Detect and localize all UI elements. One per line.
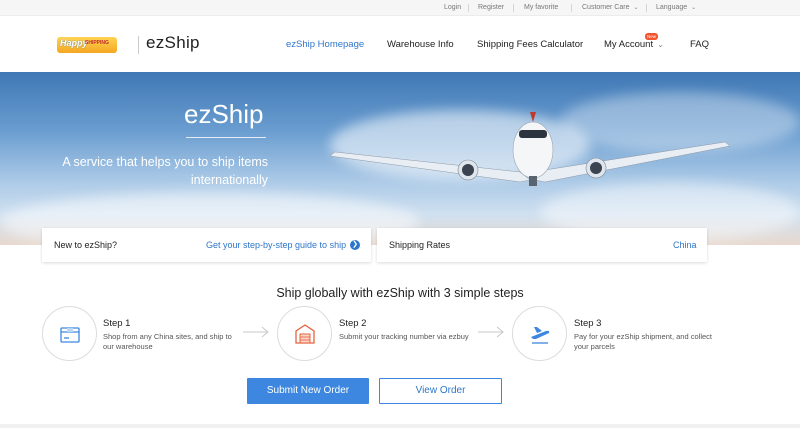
new-badge: New bbox=[645, 33, 658, 40]
divider bbox=[468, 4, 469, 12]
warehouse-icon bbox=[295, 324, 315, 344]
view-order-button[interactable]: View Order bbox=[379, 378, 502, 404]
page-footer-strip bbox=[0, 424, 800, 428]
hero-banner: ezShip A service that helps you to ship … bbox=[0, 72, 800, 245]
step-1-heading: Step 1 bbox=[103, 318, 131, 329]
login-link[interactable]: Login bbox=[444, 4, 461, 11]
step-2-description: Submit your tracking number via ezbuy bbox=[339, 332, 469, 341]
step-2-heading: Step 2 bbox=[339, 318, 367, 329]
new-user-card: New to ezShip? Get your step-by-step gui… bbox=[42, 228, 371, 262]
banner-title: ezShip bbox=[184, 99, 264, 129]
nav-homepage[interactable]: ezShip Homepage bbox=[286, 39, 364, 50]
divider bbox=[571, 4, 572, 12]
my-account-label: My Account bbox=[604, 39, 654, 50]
banner-tagline: A service that helps you to ship items i… bbox=[8, 153, 268, 189]
partner-logo-mark: Happy bbox=[60, 38, 88, 48]
step-3-description: Pay for your ezShip shipment, and collec… bbox=[574, 332, 712, 351]
new-user-label: New to ezShip? bbox=[54, 240, 118, 250]
arrow-right-icon bbox=[478, 326, 504, 338]
package-icon bbox=[60, 327, 80, 343]
register-link[interactable]: Register bbox=[478, 4, 504, 11]
partner-logo-sub: SHIPPING bbox=[85, 40, 109, 46]
step-1-circle bbox=[42, 306, 97, 361]
divider bbox=[646, 4, 647, 12]
utility-bar: Login Register My favorite Customer Care… bbox=[0, 0, 800, 16]
submit-new-order-button[interactable]: Submit New Order bbox=[247, 378, 369, 404]
step-guide-link[interactable]: Get your step-by-step guide to ship bbox=[206, 240, 346, 250]
customer-care-label: Customer Care bbox=[582, 4, 630, 11]
title-underline bbox=[186, 137, 266, 138]
arrow-right-icon bbox=[243, 326, 269, 338]
nav-warehouse-info[interactable]: Warehouse Info bbox=[387, 39, 454, 50]
step-2-circle bbox=[277, 306, 332, 361]
step-1-description: Shop from any China sites, and ship to o… bbox=[103, 332, 232, 351]
divider bbox=[513, 4, 514, 12]
airplane-icon bbox=[531, 327, 550, 344]
language-menu[interactable]: Language ⌄ bbox=[656, 4, 696, 11]
nav-shipping-fees-calculator[interactable]: Shipping Fees Calculator bbox=[477, 39, 583, 50]
customer-care-menu[interactable]: Customer Care ⌄ bbox=[582, 4, 639, 11]
my-favorite-link[interactable]: My favorite bbox=[524, 4, 558, 11]
nav-my-account[interactable]: My Account ⌄ bbox=[604, 39, 664, 50]
tagline-line-1: A service that helps you to ship items bbox=[62, 155, 268, 169]
airplane-image bbox=[330, 112, 730, 186]
arrow-right-icon[interactable]: ❯ bbox=[350, 240, 360, 250]
partner-logo[interactable]: Happy SHIPPING bbox=[57, 37, 117, 53]
shipping-rates-label: Shipping Rates bbox=[389, 240, 451, 250]
rates-country-link[interactable]: China bbox=[673, 240, 697, 250]
chevron-down-icon: ⌄ bbox=[633, 5, 639, 11]
language-label: Language bbox=[656, 4, 688, 11]
chevron-down-icon: ⌄ bbox=[691, 5, 697, 11]
steps-title: Ship globally with ezShip with 3 simple … bbox=[276, 286, 524, 300]
site-header: Happy SHIPPING ezShip ezShip Homepage Wa… bbox=[0, 16, 800, 72]
shipping-rates-card: Shipping Rates China bbox=[377, 228, 707, 262]
tagline-line-2: internationally bbox=[190, 173, 268, 187]
step-3-circle bbox=[512, 306, 567, 361]
step-3-heading: Step 3 bbox=[574, 318, 602, 329]
logo-divider bbox=[138, 36, 139, 54]
chevron-down-icon: ⌄ bbox=[657, 40, 664, 49]
brand-logo[interactable]: ezShip bbox=[146, 33, 200, 53]
nav-faq[interactable]: FAQ bbox=[690, 39, 709, 50]
